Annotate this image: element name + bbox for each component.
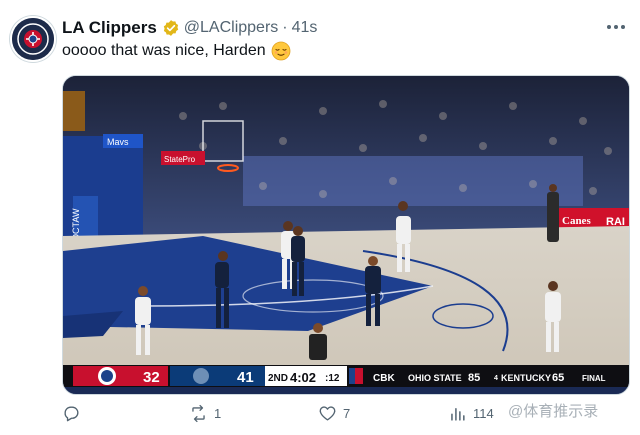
like-count: 7	[343, 406, 351, 421]
tweet-video[interactable]: CHOCTAW Mavs StatePro Canes RAI 32 41 2N…	[62, 75, 630, 395]
retweet-count: 1	[214, 406, 222, 421]
author-handle[interactable]: @LAClippers	[184, 19, 279, 37]
ticker-team1: OHIO STATE	[408, 373, 462, 383]
game-quarter: 2ND	[268, 373, 288, 384]
ticker-team2: KENTUCKY	[501, 373, 551, 383]
tweet-text-content: ooooo that was nice, Harden	[62, 42, 266, 59]
header-separator: ·	[282, 19, 288, 36]
tweet-header: LA Clippers @LAClippers · 41s	[62, 17, 317, 39]
heart-icon	[319, 406, 336, 421]
watermark: @体育推示录	[508, 403, 599, 420]
away-score: 32	[143, 369, 160, 386]
ticker-score2: 65	[552, 372, 564, 384]
verified-badge-icon	[163, 20, 178, 36]
relieved-face-emoji-icon	[271, 41, 291, 61]
views-button[interactable]: 114	[448, 404, 494, 423]
sign-right-logo-text: Canes	[562, 215, 591, 227]
retweet-button[interactable]: 1	[189, 404, 221, 423]
tweet-timestamp[interactable]: 41s	[292, 19, 318, 37]
sign-stat-text: StatePro	[164, 155, 196, 164]
views-chart-icon	[451, 407, 465, 421]
ticker-team2-rank: 4	[494, 375, 498, 382]
author-name[interactable]: LA Clippers	[62, 18, 157, 38]
reply-icon	[64, 406, 79, 422]
reply-button[interactable]	[62, 404, 87, 423]
home-score: 41	[237, 369, 254, 386]
game-clock: 4:02	[290, 370, 316, 385]
views-count: 114	[473, 406, 494, 421]
tweet-text: ooooo that was nice, Harden	[62, 41, 291, 61]
avatar[interactable]	[10, 16, 56, 62]
more-options-icon[interactable]	[606, 20, 626, 34]
ticker-label: CBK	[373, 373, 395, 384]
ticker-status: FINAL	[582, 374, 606, 383]
like-button[interactable]: 7	[318, 404, 350, 423]
sign-left-text: Mavs	[107, 137, 129, 147]
retweet-icon	[192, 404, 205, 423]
game-broadcast-image: CHOCTAW Mavs StatePro Canes RAI 32 41 2N…	[63, 76, 629, 387]
shot-clock: :12	[325, 373, 340, 384]
ticker-score1: 85	[468, 372, 480, 384]
clippers-logo-icon	[12, 18, 54, 60]
